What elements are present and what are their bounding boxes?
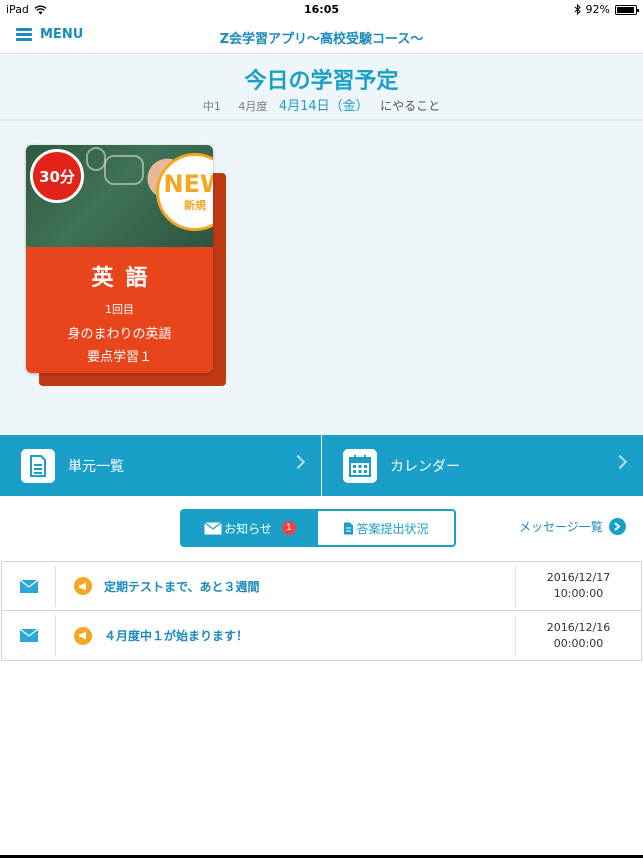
document-icon [21,448,55,483]
divider [0,119,643,121]
envelope-icon [19,629,38,642]
notice-row[interactable]: ４月度中１が始まります！ 2016/12/16 00:00:00 [2,611,641,660]
envelope-icon [19,579,38,593]
app-title: Z会学習アプリ〜高校受験コース〜 [219,32,424,47]
battery-level [617,6,634,13]
calendar-button[interactable]: カレンダー [322,435,643,496]
notice-date: 2016/12/17 [546,571,611,584]
new-badge-sublabel: 新規 [184,199,206,212]
card-part: 要点学習１ [86,350,152,365]
notice-row[interactable]: 定期テストまで、あと３週間 2016/12/17 10:00:00 [2,562,641,611]
battery-percent: 92% [585,3,610,16]
bluetooth-icon [574,4,581,15]
new-badge-label: NEW [163,170,213,198]
notice-count-badge: 1 [281,521,296,535]
grade-label: 中1 [202,100,221,113]
chevron-right-circle-icon [608,518,626,535]
notice-datetime: 2016/12/17 10:00:00 [515,565,641,607]
tab-notices[interactable]: お知らせ 1 [182,511,318,545]
status-right: 92% [574,3,639,16]
tab-submission-label: 答案提出状況 [356,521,429,536]
month-label: 4月度 [238,100,268,113]
notice-time: 00:00:00 [553,636,604,650]
card-lesson-count: 1回目 [105,303,134,316]
tab-notices-label: お知らせ [224,521,272,536]
notice-list: 定期テストまで、あと３週間 2016/12/17 10:00:00 ４月度中１が… [1,561,642,661]
study-date: 4月14日（金） [278,99,369,114]
study-suffix: にやること [380,99,441,113]
notice-tabs: お知らせ 1 答案提出状況 [180,509,456,547]
calendar-label: カレンダー [390,458,460,475]
megaphone-icon [74,626,92,645]
envelope-icon [204,521,222,534]
study-subtitle: 中1 4月度 4月14日（金） にやること [0,95,643,114]
megaphone-icon [74,577,92,595]
duration-badge: 30分 [30,149,84,203]
mail-icon-cell [2,615,56,656]
card-topic: 身のまわりの英語 [67,327,172,342]
notice-date: 2016/12/16 [546,620,611,634]
lesson-card-english[interactable]: 30分 NEW 新規 英語 1回目 身のまわりの英語 要点学習１ [26,145,213,373]
message-list-link[interactable]: メッセージ一覧 [519,518,626,535]
status-bar: iPad 16:05 92% [0,0,643,20]
document-icon [344,522,354,534]
battery-icon [615,4,639,15]
notice-datetime: 2016/12/16 00:00:00 [515,615,641,656]
units-list-label: 単元一覧 [68,458,124,475]
mail-icon-cell [2,565,56,607]
status-time: 16:05 [303,3,339,16]
notice-time: 10:00:00 [553,587,604,600]
nav-bar: MENU Z会学習アプリ〜高校受験コース〜 [0,20,643,54]
chevron-right-icon [612,454,628,470]
notice-title: 定期テストまで、あと３週間 [104,579,260,594]
notice-title: ４月度中１が始まります！ [104,629,249,643]
tab-submission-status[interactable]: 答案提出状況 [318,511,454,545]
study-title: 今日の学習予定 [244,69,399,94]
units-list-button[interactable]: 単元一覧 [0,435,321,496]
chevron-right-icon [290,454,306,470]
calendar-icon [343,448,377,483]
card-subject: 英語 [91,266,160,291]
message-list-label: メッセージ一覧 [519,520,603,534]
